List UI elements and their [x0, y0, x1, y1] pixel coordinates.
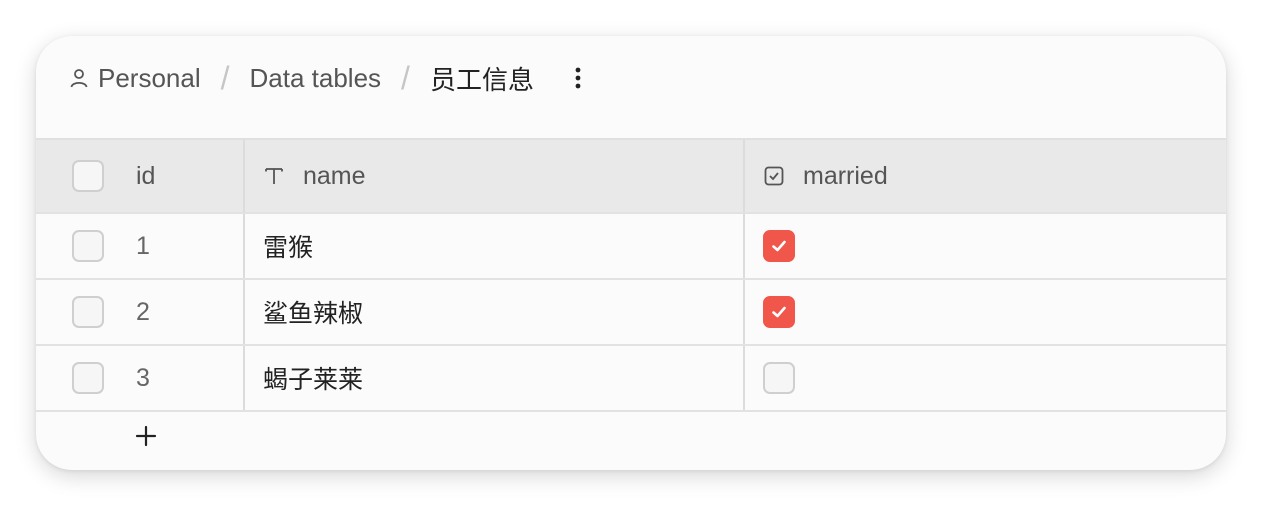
table-row: 1 雷猴 [36, 214, 1226, 280]
column-header-label: married [803, 161, 888, 190]
row-select-checkbox[interactable] [72, 362, 104, 394]
table-row: 2 鲨鱼辣椒 [36, 280, 1226, 346]
more-options-icon[interactable] [568, 63, 588, 93]
breadcrumb: Personal / Data tables / 员工信息 [68, 58, 588, 98]
breadcrumb-current-table[interactable]: 员工信息 [430, 60, 534, 97]
breadcrumb-separator: / [401, 59, 410, 96]
plus-icon [135, 425, 157, 447]
row-select-cell [36, 346, 136, 410]
select-all-checkbox[interactable] [72, 160, 104, 192]
text-type-icon [263, 165, 285, 187]
breadcrumb-label: Data tables [249, 62, 382, 93]
name-cell[interactable]: 鲨鱼辣椒 [243, 280, 743, 344]
married-checkbox[interactable] [763, 296, 795, 328]
married-checkbox[interactable] [763, 362, 795, 394]
married-cell [743, 214, 1226, 278]
table-row: 3 蝎子莱莱 [36, 346, 1226, 412]
column-header-married[interactable]: married [743, 140, 1226, 212]
name-cell[interactable]: 雷猴 [243, 214, 743, 278]
breadcrumb-separator: / [220, 59, 230, 96]
data-table-card: Personal / Data tables / 员工信息 id name ma… [36, 36, 1226, 470]
breadcrumb-label: Personal [98, 62, 201, 93]
name-value: 鲨鱼辣椒 [263, 300, 364, 328]
breadcrumb-personal[interactable]: Personal [68, 63, 201, 94]
column-header-label: id [136, 161, 156, 190]
row-select-checkbox[interactable] [72, 230, 104, 262]
name-cell[interactable]: 蝎子莱莱 [243, 346, 743, 410]
checkmark-icon [772, 240, 786, 252]
column-header-name[interactable]: name [243, 140, 743, 212]
name-value: 蝎子莱莱 [263, 366, 364, 394]
checkmark-icon [772, 306, 786, 318]
user-icon [68, 67, 90, 89]
add-row-button[interactable] [134, 424, 158, 448]
married-cell [743, 280, 1226, 344]
name-value: 雷猴 [263, 234, 314, 262]
checkbox-type-icon [763, 165, 785, 187]
row-select-cell [36, 280, 136, 344]
id-cell: 3 [136, 363, 150, 392]
breadcrumb-data-tables[interactable]: Data tables [250, 63, 382, 94]
column-header-label: name [303, 161, 366, 190]
id-cell: 2 [136, 297, 150, 326]
married-checkbox[interactable] [763, 230, 795, 262]
breadcrumb-label: 员工信息 [429, 64, 534, 95]
row-select-checkbox[interactable] [72, 296, 104, 328]
select-all-cell [36, 140, 136, 212]
id-cell: 1 [136, 231, 150, 260]
table-header-row: id name married [36, 140, 1226, 214]
data-table: id name married 1 雷猴 2 鲨鱼辣椒 3 蝎子莱莱 [36, 138, 1226, 412]
row-select-cell [36, 214, 136, 278]
married-cell [743, 346, 1226, 410]
column-header-id[interactable]: id [136, 140, 243, 212]
